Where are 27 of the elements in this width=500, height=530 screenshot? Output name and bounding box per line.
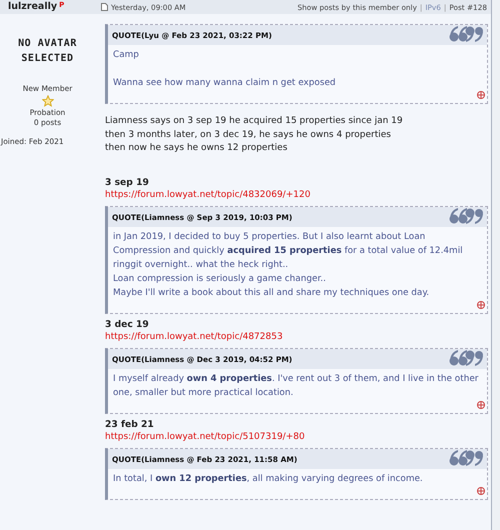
quote-marks-icon [449,348,483,366]
avatar-placeholder-text: NO AVATAR [18,37,77,51]
post-text: Liamness says on 3 sep 19 he acquired 15 properties since jan 19 then 3 months later, on 3 dec 19, he says he owns 4 properties then now he says he owns 12 properties [104,115,404,155]
quote-marks-icon [449,448,483,466]
document-icon [101,3,108,11]
expand-icon[interactable] [477,486,485,494]
quote-text: in Jan 2019, I decided to buy 5 properties. But I also learnt about Loan Compression and quickly acquired 15 properties for a total value of 12.4mil ringgit overnight.. what the heck right.. [113,230,464,272]
quote-text: Camp [113,49,140,62]
quote-text: In total, I own 12 properties, all making varying degrees of income. [113,472,424,486]
date-heading: 23 feb 21 [104,418,155,430]
topic-link[interactable]: https://forum.lowyat.net/topic/4872853 [97,330,291,344]
quote-marks-icon [449,206,483,224]
expand-icon[interactable] [477,400,485,408]
avatar-placeholder-text: SELECTED [20,52,75,66]
quote-text: Loan compression is seriously a game changer.. [113,272,327,286]
date-heading: 3 dec 19 [104,318,150,330]
quote-text: I myself already own 4 properties. I've rent out 3 of them, and I live in the other one, smaller but more practical location. [113,372,480,400]
topic-link[interactable]: https://forum.lowyat.net/topic/5107319/+80 [97,430,313,444]
expand-icon[interactable] [477,91,485,99]
date-heading: 3 sep 19 [104,176,150,188]
username[interactable]: lulzreally [8,1,58,14]
quote-text: Maybe I'll write a book about this all and share my techniques one day. [113,286,430,300]
quote-text: Wanna see how many wanna claim n get exposed [113,77,337,90]
topic-link[interactable]: https://forum.lowyat.net/topic/4832069/+120 [97,188,318,202]
quote-marks-icon [449,25,483,43]
expand-icon[interactable] [477,300,485,308]
star-icon [42,95,54,107]
